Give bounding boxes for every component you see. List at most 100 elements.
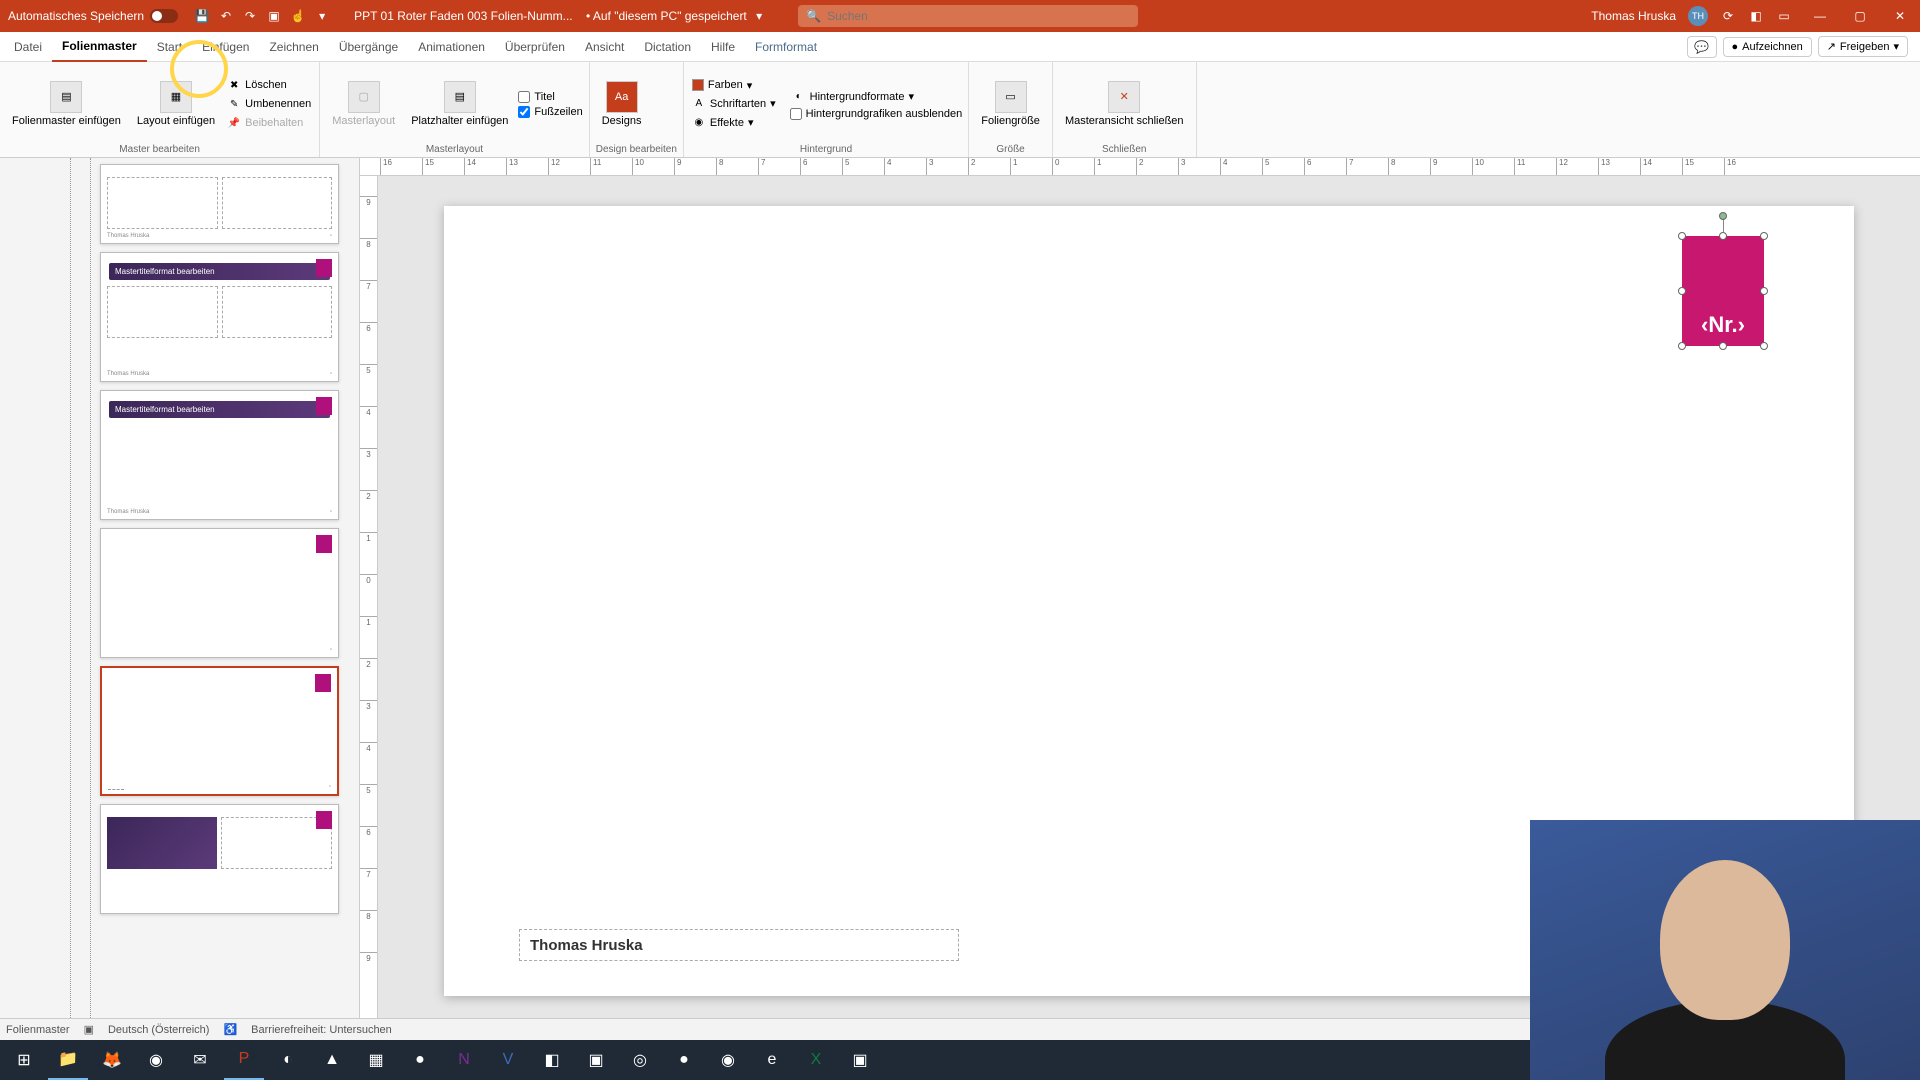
comments-button[interactable]: 💬	[1687, 36, 1717, 58]
chrome-icon[interactable]: ◉	[136, 1040, 176, 1080]
excel-icon[interactable]: X	[796, 1040, 836, 1080]
vlc-icon[interactable]: ▲	[312, 1040, 352, 1080]
outlook-icon[interactable]: ✉	[180, 1040, 220, 1080]
umbenennen-button[interactable]: ✎Umbenennen	[225, 96, 313, 112]
autosave-toggle[interactable]	[150, 9, 178, 23]
layout-einfuegen-button[interactable]: ▦ Layout einfügen	[131, 79, 221, 129]
selected-shape-slide-number[interactable]: ‹Nr.›	[1682, 236, 1764, 346]
app-icon-8[interactable]: ▣	[840, 1040, 880, 1080]
tab-ueberpruefen[interactable]: Überprüfen	[495, 32, 575, 62]
app-mode-icon[interactable]: ◧	[1748, 8, 1764, 24]
thumb-layout-4[interactable]: ▫	[100, 528, 339, 658]
foliengroesse-button[interactable]: ▭ Foliengröße	[975, 79, 1046, 129]
masteransicht-schliessen-button[interactable]: ✕ Masteransicht schließen	[1059, 79, 1190, 129]
freigeben-button[interactable]: ↗ Freigeben ▾	[1818, 36, 1908, 57]
tab-start[interactable]: Start	[147, 32, 192, 62]
chevron-down-icon[interactable]: ▾	[756, 9, 762, 23]
app-icon-3[interactable]: ●	[400, 1040, 440, 1080]
tab-dictation[interactable]: Dictation	[634, 32, 701, 62]
undo-icon[interactable]: ↶	[218, 8, 234, 24]
firefox-icon[interactable]: 🦊	[92, 1040, 132, 1080]
onenote-icon[interactable]: N	[444, 1040, 484, 1080]
thumb-layout-2[interactable]: Mastertitelformat bearbeiten Thomas Hrus…	[100, 252, 339, 382]
status-mode[interactable]: Folienmaster	[6, 1024, 70, 1036]
tab-animationen[interactable]: Animationen	[408, 32, 495, 62]
start-menu-icon[interactable]: ⊞	[4, 1040, 44, 1080]
slide-number-badge	[316, 259, 332, 277]
obs-icon[interactable]: ◎	[620, 1040, 660, 1080]
thumb-layout-5-selected[interactable]: ▫	[100, 666, 339, 796]
ribbon-display-icon[interactable]: ▭	[1776, 8, 1792, 24]
edge-icon[interactable]: e	[752, 1040, 792, 1080]
file-explorer-icon[interactable]: 📁	[48, 1040, 88, 1080]
masterlayout-button: ▢ Masterlayout	[326, 79, 401, 129]
group-label: Masterlayout	[326, 142, 583, 155]
redo-icon[interactable]: ↷	[242, 8, 258, 24]
thumb-layout-1[interactable]: Thomas Hruska▫	[100, 164, 339, 244]
app-icon-6[interactable]: ●	[664, 1040, 704, 1080]
resize-handle-n[interactable]	[1719, 232, 1727, 240]
titel-checkbox[interactable]: Titel	[518, 91, 582, 103]
schriftarten-button[interactable]: ASchriftarten ▾	[690, 96, 778, 112]
search-box[interactable]: 🔍	[798, 5, 1138, 27]
tab-datei[interactable]: Datei	[4, 32, 52, 62]
app-icon-7[interactable]: ◉	[708, 1040, 748, 1080]
app-icon-5[interactable]: ▣	[576, 1040, 616, 1080]
rotate-handle[interactable]	[1719, 212, 1727, 220]
tab-folienmaster[interactable]: Folienmaster	[52, 32, 147, 62]
beibehalten-button: 📌Beibehalten	[225, 115, 313, 131]
maximize-button[interactable]: ▢	[1840, 0, 1880, 32]
tab-zeichnen[interactable]: Zeichnen	[259, 32, 328, 62]
resize-handle-nw[interactable]	[1678, 232, 1686, 240]
effekte-button[interactable]: ◉Effekte ▾	[690, 115, 778, 131]
qat-more-icon[interactable]: ▾	[314, 8, 330, 24]
status-accessibility[interactable]: Barrierefreiheit: Untersuchen	[251, 1024, 392, 1036]
loeschen-button[interactable]: ✖Löschen	[225, 77, 313, 93]
powerpoint-icon[interactable]: P	[224, 1040, 264, 1080]
tab-formformat[interactable]: Formformat	[745, 32, 827, 62]
resize-handle-se[interactable]	[1760, 342, 1768, 350]
resize-handle-ne[interactable]	[1760, 232, 1768, 240]
platzhalter-einfuegen-button[interactable]: ▤ Platzhalter einfügen	[405, 79, 514, 129]
aufzeichnen-button[interactable]: ● Aufzeichnen	[1723, 37, 1812, 57]
folienmaster-einfuegen-button[interactable]: ▤ Folienmaster einfügen	[6, 79, 127, 129]
minimize-button[interactable]: —	[1800, 0, 1840, 32]
search-input[interactable]	[827, 9, 1130, 23]
placeholder-icon: ▤	[444, 81, 476, 113]
fusszeilen-checkbox[interactable]: Fußzeilen	[518, 106, 582, 118]
hintergrundformate-button[interactable]: ◐Hintergrundformate ▾	[790, 89, 963, 105]
resize-handle-sw[interactable]	[1678, 342, 1686, 350]
status-language[interactable]: Deutsch (Österreich)	[108, 1024, 209, 1036]
resize-handle-w[interactable]	[1678, 287, 1686, 295]
visio-icon[interactable]: V	[488, 1040, 528, 1080]
app-icon-4[interactable]: ◧	[532, 1040, 572, 1080]
footer-placeholder[interactable]: Thomas Hruska	[519, 929, 959, 961]
farben-button[interactable]: Farben ▾	[690, 78, 778, 93]
resize-handle-s[interactable]	[1719, 342, 1727, 350]
thumb-layout-6[interactable]	[100, 804, 339, 914]
tab-einfuegen[interactable]: Einfügen	[192, 32, 259, 62]
app-icon-1[interactable]: ◐	[268, 1040, 308, 1080]
resize-handle-e[interactable]	[1760, 287, 1768, 295]
colors-icon	[692, 79, 704, 91]
close-button[interactable]: ✕	[1880, 0, 1920, 32]
group-label: Master bearbeiten	[6, 142, 313, 155]
thumbnail-panel[interactable]: Thomas Hruska▫ Mastertitelformat bearbei…	[0, 158, 360, 1018]
tab-uebergaenge[interactable]: Übergänge	[329, 32, 408, 62]
save-icon[interactable]: 💾	[194, 8, 210, 24]
user-name[interactable]: Thomas Hruska	[1591, 9, 1676, 23]
pending-sync-icon[interactable]: ⟳	[1720, 8, 1736, 24]
touch-mode-icon[interactable]: ☝	[290, 8, 306, 24]
hintergrundgrafiken-checkbox[interactable]: Hintergrundgrafiken ausblenden	[790, 108, 963, 120]
tab-hilfe[interactable]: Hilfe	[701, 32, 745, 62]
tab-ansicht[interactable]: Ansicht	[575, 32, 634, 62]
fonts-icon: A	[692, 97, 706, 111]
designs-button[interactable]: Aa Designs	[596, 79, 648, 129]
presentation-icon[interactable]: ▣	[266, 8, 282, 24]
user-avatar[interactable]: TH	[1688, 6, 1708, 26]
thumb-layout-3[interactable]: Mastertitelformat bearbeiten Thomas Hrus…	[100, 390, 339, 520]
group-label: Design bearbeiten	[596, 142, 677, 155]
app-icon-2[interactable]: ▦	[356, 1040, 396, 1080]
delete-icon: ✖	[227, 78, 241, 92]
thumb-title: Mastertitelformat bearbeiten	[109, 263, 330, 280]
